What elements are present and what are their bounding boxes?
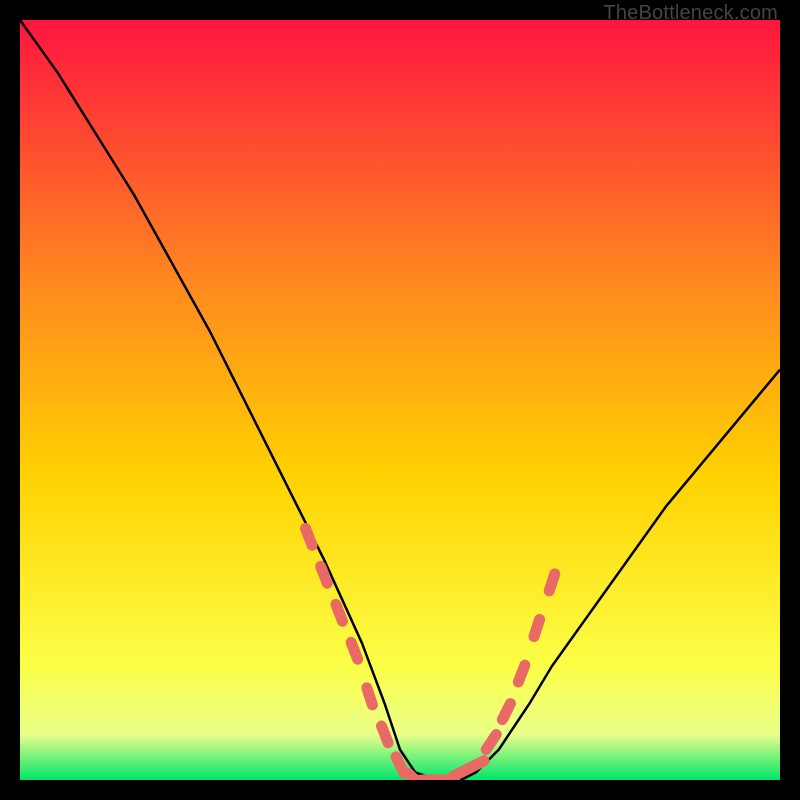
marker-dot [518, 665, 525, 682]
marker-dot [336, 604, 343, 621]
watermark-text: TheBottleneck.com [603, 2, 778, 25]
marker-dot [549, 574, 555, 591]
marker-dot [382, 726, 389, 743]
marker-dot [351, 642, 358, 659]
bottleneck-chart [20, 20, 780, 780]
marker-dot [321, 566, 328, 583]
marker-dot [468, 761, 484, 769]
marker-dot [502, 704, 510, 720]
marker-dot [367, 688, 373, 705]
marker-dot [534, 620, 540, 637]
marker-dot [396, 757, 404, 773]
gradient-background [20, 20, 780, 780]
chart-frame [20, 20, 780, 780]
marker-dot [306, 528, 313, 545]
